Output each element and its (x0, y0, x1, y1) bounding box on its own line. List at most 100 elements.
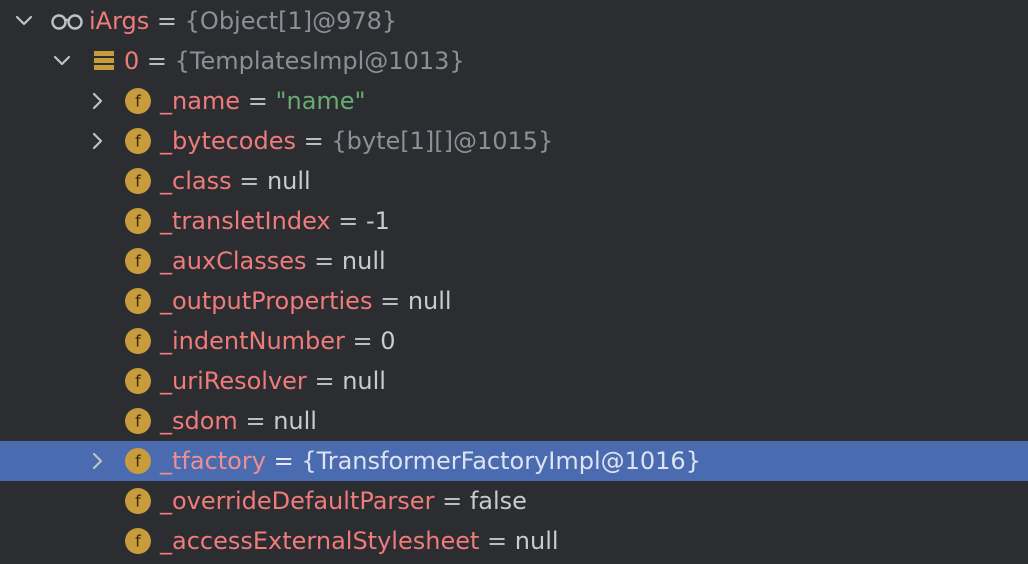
variable-name: _sdom (160, 407, 238, 435)
variable-label: iArgs = {Object[1]@978} (89, 1, 397, 41)
variable-value: {Object[1]@978} (184, 7, 398, 35)
array-element-icon (90, 47, 118, 75)
variable-name: _accessExternalStylesheet (160, 527, 480, 555)
chevron-right-icon[interactable] (86, 129, 110, 153)
tree-row-transletindex[interactable]: f _transletIndex = -1 (0, 201, 1028, 241)
field-icon: f (124, 407, 152, 435)
variable-label: _transletIndex = -1 (160, 201, 390, 241)
chevron-down-icon[interactable] (50, 49, 74, 73)
tree-row-auxclasses[interactable]: f _auxClasses = null (0, 241, 1028, 281)
equals-sign: = (231, 167, 267, 195)
variable-value: null (407, 287, 452, 315)
variable-value: "name" (275, 87, 366, 115)
equals-sign: = (296, 127, 332, 155)
field-icon: f (124, 367, 152, 395)
tree-row-name[interactable]: f _name = "name" (0, 81, 1028, 121)
variable-value: null (341, 247, 386, 275)
variable-label: _outputProperties = null (160, 281, 452, 321)
variable-label: _uriResolver = null (160, 361, 386, 401)
chevron-down-icon[interactable] (12, 9, 36, 33)
tree-row-0[interactable]: 0 = {TemplatesImpl@1013} (0, 41, 1028, 81)
tree-row-tfactory[interactable]: f _tfactory = {TransformerFactoryImpl@101… (0, 441, 1028, 481)
variable-value: {TemplatesImpl@1013} (174, 47, 465, 75)
variable-value: null (266, 167, 311, 195)
equals-sign: = (344, 327, 381, 355)
tree-row-bytecodes[interactable]: f _bytecodes = {byte[1][]@1015} (0, 121, 1028, 161)
equals-sign: = (479, 527, 515, 555)
equals-sign: = (306, 247, 342, 275)
variable-value: null (273, 407, 317, 435)
variable-name: _bytecodes (160, 127, 296, 155)
variable-name: _uriResolver (160, 367, 307, 395)
variable-value: -1 (366, 207, 390, 235)
variable-value: {byte[1][]@1015} (331, 127, 554, 155)
field-icon-letter: f (135, 372, 141, 391)
field-icon: f (124, 247, 152, 275)
equals-sign: = (149, 7, 185, 35)
field-icon: f (124, 167, 152, 195)
variable-label: _name = "name" (160, 81, 366, 121)
equals-sign: = (139, 47, 175, 75)
variable-name: _name (160, 87, 241, 115)
variable-label: 0 = {TemplatesImpl@1013} (124, 41, 465, 81)
tree-row-outputproperties[interactable]: f _outputProperties = null (0, 281, 1028, 321)
variable-label: _indentNumber = 0 (160, 321, 396, 361)
variable-name: _transletIndex (160, 207, 331, 235)
variable-value: false (469, 487, 527, 515)
field-icon-letter: f (135, 172, 141, 191)
variable-name: iArgs (89, 7, 150, 35)
equals-sign: = (434, 487, 470, 515)
tree-row-indentnumber[interactable]: f _indentNumber = 0 (0, 321, 1028, 361)
variable-label: _sdom = null (160, 401, 317, 441)
equals-sign: = (237, 407, 274, 435)
chevron-right-icon[interactable] (86, 89, 110, 113)
variable-value: null (342, 367, 386, 395)
tree-row-class[interactable]: f _class = null (0, 161, 1028, 201)
debugger-variables-tree: iArgs = {Object[1]@978} 0 = {TemplatesImp… (0, 0, 1028, 564)
field-icon: f (124, 87, 152, 115)
variable-label: _auxClasses = null (160, 241, 386, 281)
equals-sign: = (372, 287, 408, 315)
watch-glasses-icon (50, 7, 83, 35)
equals-sign: = (306, 367, 343, 395)
field-icon-letter: f (135, 252, 141, 271)
field-icon: f (124, 487, 152, 515)
field-icon-letter: f (135, 212, 141, 231)
field-icon: f (124, 287, 152, 315)
field-icon-letter: f (135, 132, 141, 151)
variable-value: {TransformerFactoryImpl@1016} (301, 447, 701, 475)
tree-row-uriresolver[interactable]: f _uriResolver = null (0, 361, 1028, 401)
variable-value: null (514, 527, 559, 555)
equals-sign: = (240, 87, 276, 115)
field-icon: f (124, 207, 152, 235)
equals-sign: = (265, 447, 302, 475)
variable-name: _outputProperties (160, 287, 373, 315)
field-icon-letter: f (135, 492, 141, 511)
field-icon: f (124, 447, 152, 475)
variable-label: _bytecodes = {byte[1][]@1015} (160, 121, 553, 161)
field-icon-letter: f (135, 412, 141, 431)
variable-name: _class (160, 167, 232, 195)
field-icon: f (124, 327, 152, 355)
tree-row-overridedefaultparser[interactable]: f _overrideDefaultParser = false (0, 481, 1028, 521)
variable-label: _tfactory = {TransformerFactoryImpl@1016… (160, 441, 701, 481)
variable-value: 0 (380, 327, 396, 355)
field-icon: f (124, 127, 152, 155)
equals-sign: = (330, 207, 366, 235)
variable-label: _class = null (160, 161, 311, 201)
variable-label: _overrideDefaultParser = false (160, 481, 527, 521)
field-icon-letter: f (135, 92, 141, 111)
tree-row-sdom[interactable]: f _sdom = null (0, 401, 1028, 441)
variable-name: _tfactory (160, 447, 266, 475)
chevron-right-icon[interactable] (86, 449, 110, 473)
tree-row-accessexternalstylesheet[interactable]: f _accessExternalStylesheet = null (0, 521, 1028, 561)
field-icon-letter: f (135, 532, 141, 551)
field-icon-letter: f (135, 452, 141, 471)
tree-row-iargs[interactable]: iArgs = {Object[1]@978} (0, 1, 1028, 41)
field-icon-letter: f (135, 332, 141, 351)
variable-name: _overrideDefaultParser (160, 487, 435, 515)
field-icon: f (124, 527, 152, 555)
field-icon-letter: f (135, 292, 141, 311)
variable-name: 0 (124, 47, 140, 75)
variable-name: _auxClasses (160, 247, 307, 275)
